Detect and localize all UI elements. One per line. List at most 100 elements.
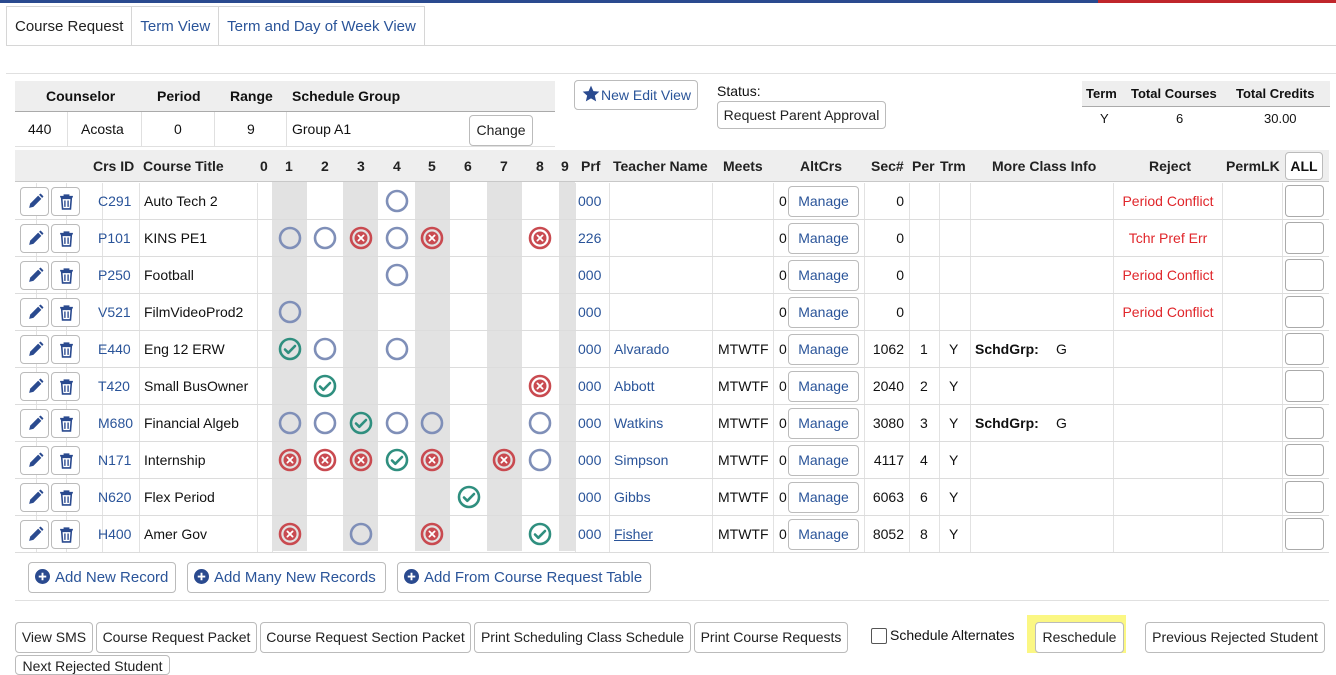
period-2-empty-icon[interactable]	[313, 337, 337, 361]
manage-alt-course-button[interactable]: Manage	[788, 408, 859, 439]
row-select-box[interactable]	[1285, 444, 1324, 476]
edit-button[interactable]	[20, 520, 49, 549]
period-6-check-icon[interactable]	[457, 485, 481, 509]
reschedule-button[interactable]: Reschedule	[1035, 622, 1124, 653]
next-rejected-student-button[interactable]: Next Rejected Student	[15, 655, 170, 675]
row-select-box[interactable]	[1285, 222, 1324, 254]
view-sms-button[interactable]: View SMS	[15, 622, 93, 653]
edit-button[interactable]	[20, 372, 49, 401]
status-value-button[interactable]: Request Parent Approval	[717, 101, 886, 129]
period-1-empty-icon[interactable]	[278, 411, 302, 435]
trash-icon	[60, 416, 73, 432]
manage-alt-course-button[interactable]: Manage	[788, 334, 859, 365]
period-3-x-icon[interactable]	[349, 226, 373, 250]
add-new-record-button[interactable]: Add New Record	[28, 562, 176, 593]
period-3-check-icon[interactable]	[349, 411, 373, 435]
row-select-box[interactable]	[1285, 518, 1324, 550]
delete-button[interactable]	[51, 409, 80, 438]
period-1-x-icon[interactable]	[278, 448, 302, 472]
previous-rejected-student-button[interactable]: Previous Rejected Student	[1145, 622, 1325, 653]
period-8-x-icon[interactable]	[528, 226, 552, 250]
top-accent-bar-red	[1098, 0, 1336, 3]
manage-alt-course-button[interactable]: Manage	[788, 482, 859, 513]
period-4-empty-icon[interactable]	[385, 263, 409, 287]
edit-button[interactable]	[20, 446, 49, 475]
delete-button[interactable]	[51, 261, 80, 290]
print-scheduling-class-schedule-button[interactable]: Print Scheduling Class Schedule	[474, 622, 691, 653]
divider	[257, 257, 258, 293]
period-2-check-icon[interactable]	[313, 374, 337, 398]
edit-button[interactable]	[20, 187, 49, 216]
period-5-x-icon[interactable]	[420, 226, 444, 250]
period-8-check-icon[interactable]	[528, 522, 552, 546]
manage-alt-course-button[interactable]: Manage	[788, 371, 859, 402]
period-1-check-icon[interactable]	[278, 337, 302, 361]
delete-button[interactable]	[51, 483, 80, 512]
period-4-empty-icon[interactable]	[385, 411, 409, 435]
select-all-button[interactable]: ALL	[1285, 152, 1323, 180]
delete-button[interactable]	[51, 446, 80, 475]
delete-button[interactable]	[51, 372, 80, 401]
period-8-empty-icon[interactable]	[528, 448, 552, 472]
period-8-empty-icon[interactable]	[528, 411, 552, 435]
schedule-alternates-checkbox[interactable]	[871, 628, 887, 644]
edit-button[interactable]	[20, 483, 49, 512]
change-schedule-group-button[interactable]: Change	[469, 115, 533, 146]
new-edit-view-button[interactable]: New Edit View	[574, 80, 698, 110]
period-1-x-icon[interactable]	[278, 522, 302, 546]
period-number: 6	[920, 489, 928, 505]
manage-alt-course-button[interactable]: Manage	[788, 186, 859, 217]
period-2-empty-icon[interactable]	[313, 411, 337, 435]
period-1-header: 1	[285, 158, 293, 174]
course-request-packet-button[interactable]: Course Request Packet	[96, 622, 257, 653]
divider	[909, 479, 910, 515]
period-7-x-icon[interactable]	[492, 448, 516, 472]
row-select-box[interactable]	[1285, 333, 1324, 365]
row-select-box[interactable]	[1285, 407, 1324, 439]
tab-term-day-of-week-view[interactable]: Term and Day of Week View	[219, 6, 425, 46]
row-select-box[interactable]	[1285, 185, 1324, 217]
period-1-empty-icon[interactable]	[278, 300, 302, 324]
manage-alt-course-button[interactable]: Manage	[788, 260, 859, 291]
manage-alt-course-button[interactable]: Manage	[788, 519, 859, 550]
period-1-empty-icon[interactable]	[278, 226, 302, 250]
reject-reason: Period Conflict	[1122, 193, 1214, 209]
period-4-check-icon[interactable]	[385, 448, 409, 472]
period-3-x-icon[interactable]	[349, 448, 373, 472]
period-8-x-icon[interactable]	[528, 374, 552, 398]
edit-button[interactable]	[20, 298, 49, 327]
period-4-empty-icon[interactable]	[385, 189, 409, 213]
period-3-empty-icon[interactable]	[349, 522, 373, 546]
row-select-box[interactable]	[1285, 296, 1324, 328]
period-5-x-icon[interactable]	[420, 448, 444, 472]
delete-button[interactable]	[51, 520, 80, 549]
edit-button[interactable]	[20, 224, 49, 253]
delete-button[interactable]	[51, 187, 80, 216]
edit-button[interactable]	[20, 335, 49, 364]
delete-button[interactable]	[51, 224, 80, 253]
print-course-requests-button[interactable]: Print Course Requests	[694, 622, 848, 653]
delete-button[interactable]	[51, 335, 80, 364]
row-select-box[interactable]	[1285, 481, 1324, 513]
add-many-new-records-button[interactable]: Add Many New Records	[187, 562, 386, 593]
period-4-empty-icon[interactable]	[385, 337, 409, 361]
row-select-box[interactable]	[1285, 259, 1324, 291]
course-request-section-packet-button[interactable]: Course Request Section Packet	[260, 622, 471, 653]
tab-course-request[interactable]: Course Request	[6, 6, 133, 46]
manage-alt-course-button[interactable]: Manage	[788, 297, 859, 328]
period-2-x-icon[interactable]	[313, 448, 337, 472]
period-4-empty-icon[interactable]	[385, 226, 409, 250]
tab-term-view[interactable]: Term View	[132, 6, 220, 46]
manage-alt-course-button[interactable]: Manage	[788, 223, 859, 254]
add-from-course-request-table-button[interactable]: Add From Course Request Table	[397, 562, 651, 593]
edit-button[interactable]	[20, 409, 49, 438]
sec-header: Sec#	[871, 158, 904, 174]
manage-alt-course-button[interactable]: Manage	[788, 445, 859, 476]
period-2-empty-icon[interactable]	[313, 226, 337, 250]
delete-button[interactable]	[51, 298, 80, 327]
period-5-x-icon[interactable]	[420, 522, 444, 546]
edit-button[interactable]	[20, 261, 49, 290]
row-select-box[interactable]	[1285, 370, 1324, 402]
period-5-empty-icon[interactable]	[420, 411, 444, 435]
meets-days: MTWTF	[718, 378, 769, 394]
